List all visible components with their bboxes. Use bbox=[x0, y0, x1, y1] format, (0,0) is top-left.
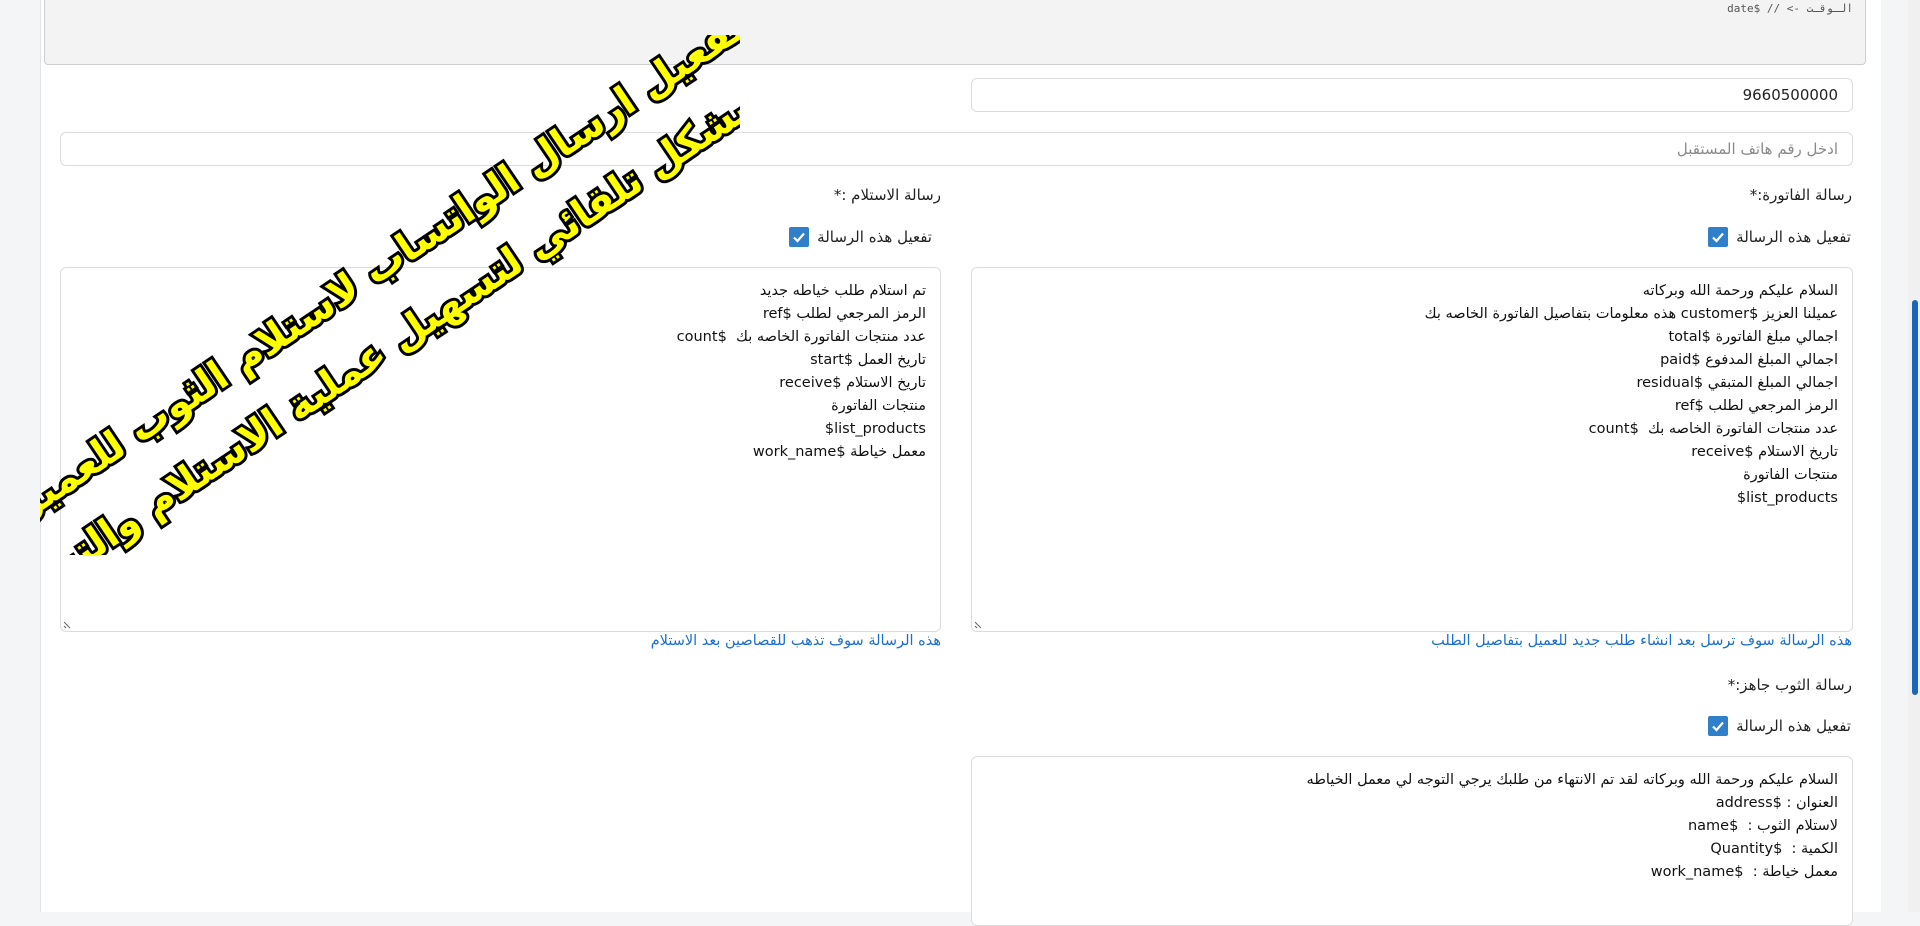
check-icon bbox=[1712, 232, 1724, 243]
message-line: $list_products bbox=[824, 421, 926, 437]
message-line: الكمية : $Quantity bbox=[1710, 841, 1838, 857]
message-line: منتجات الفاتورة bbox=[1743, 467, 1838, 483]
message-line: عدد منتجات الفاتورة الخاصه بك $count bbox=[1588, 421, 1838, 437]
message-line: لاستلام الثوب : $name bbox=[1687, 818, 1838, 834]
ready-enable-row[interactable]: تفعيل هذه الرسالة bbox=[1708, 716, 1851, 736]
message-line: عدد منتجات الفاتورة الخاصه بك $count bbox=[676, 329, 926, 345]
ready-enable-label: تفعيل هذه الرسالة bbox=[1736, 717, 1851, 735]
receipt-message-label: رسالة الاستلام :* bbox=[833, 186, 941, 204]
message-line: العنوان : $address bbox=[1715, 795, 1838, 811]
resize-grip-icon[interactable] bbox=[63, 619, 73, 629]
message-line: تم استلام طلب خياطه جديد bbox=[759, 283, 926, 299]
message-line: $list_products bbox=[1736, 490, 1838, 506]
message-line: معمل خياطة : $work_name bbox=[1650, 864, 1838, 880]
receipt-message-lines: تم استلام طلب خياطه جديد الرمز المرجعي لط… bbox=[75, 280, 926, 464]
receipt-enable-label: تفعيل هذه الرسالة bbox=[817, 228, 932, 246]
phone-input[interactable] bbox=[971, 78, 1853, 112]
scrollbar-thumb[interactable] bbox=[1912, 300, 1918, 695]
ready-message-textarea[interactable]: السلام عليكم ورحمة الله وبركاته لقد تم ا… bbox=[971, 756, 1853, 926]
receipt-message-textarea[interactable]: تم استلام طلب خياطه جديد الرمز المرجعي لط… bbox=[60, 267, 941, 632]
message-line: السلام عليكم ورحمة الله وبركاته لقد تم ا… bbox=[1306, 772, 1838, 788]
ready-message-lines: السلام عليكم ورحمة الله وبركاته لقد تم ا… bbox=[986, 769, 1838, 884]
message-line: تاريخ الاستلام $receive bbox=[779, 375, 926, 391]
invoice-enable-checkbox[interactable] bbox=[1708, 227, 1729, 247]
message-line: اجمالي المبلغ المتبقي $residual bbox=[1636, 375, 1838, 391]
message-line: معمل خياطة $work_name bbox=[752, 444, 926, 460]
ready-enable-checkbox[interactable] bbox=[1708, 716, 1729, 736]
check-icon bbox=[793, 232, 805, 243]
template-hint-text: الـوقـت -> // $date bbox=[1727, 2, 1853, 15]
receiver-phone-input[interactable] bbox=[60, 132, 1853, 166]
message-line: السلام عليكم ورحمة الله وبركاته bbox=[1642, 283, 1838, 299]
message-line: الرمز المرجعي لطلب $ref bbox=[1674, 398, 1838, 414]
ready-message-label: رسالة الثوب جاهز:* bbox=[1727, 676, 1852, 694]
receipt-help-text: هذه الرسالة سوف تذهب للقصاصين بعد الاستل… bbox=[650, 633, 941, 649]
invoice-message-textarea[interactable]: السلام عليكم ورحمة الله وبركاته عميلنا ال… bbox=[971, 267, 1853, 632]
invoice-help-text: هذه الرسالة سوف ترسل بعد انشاء طلب جديد … bbox=[1431, 633, 1852, 649]
invoice-enable-row[interactable]: تفعيل هذه الرسالة bbox=[1708, 227, 1851, 247]
message-line: منتجات الفاتورة bbox=[831, 398, 926, 414]
invoice-message-label: رسالة الفاتورة:* bbox=[1749, 186, 1852, 204]
message-line: تاريخ الاستلام $receive bbox=[1691, 444, 1838, 460]
template-code-box[interactable]: الـوقـت -> // $date bbox=[44, 0, 1866, 65]
resize-grip-icon[interactable] bbox=[974, 619, 984, 629]
message-line: عميلنا العزيز $customer هذه معلومات بتفا… bbox=[1424, 306, 1838, 322]
invoice-enable-label: تفعيل هذه الرسالة bbox=[1736, 228, 1851, 246]
message-line: اجمالي المبلغ المدفوع $paid bbox=[1660, 352, 1838, 368]
message-line: تاريخ العمل $start bbox=[810, 352, 926, 368]
message-line: الرمز المرجعي لطلب $ref bbox=[762, 306, 926, 322]
receipt-enable-checkbox[interactable] bbox=[789, 227, 810, 247]
receipt-enable-row[interactable]: تفعيل هذه الرسالة bbox=[789, 227, 932, 247]
check-icon bbox=[1712, 721, 1724, 732]
message-line: اجمالي مبلغ الفاتورة $total bbox=[1668, 329, 1839, 345]
invoice-message-lines: السلام عليكم ورحمة الله وبركاته عميلنا ال… bbox=[986, 280, 1838, 510]
page-scrollbar[interactable] bbox=[1908, 0, 1920, 912]
